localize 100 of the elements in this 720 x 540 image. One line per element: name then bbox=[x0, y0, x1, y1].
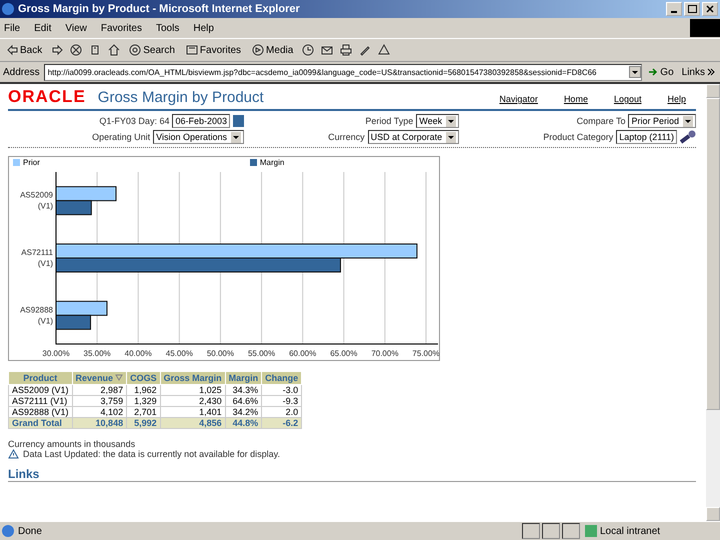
warning-icon bbox=[8, 449, 19, 459]
dropdown[interactable]: USD at Corporate bbox=[368, 130, 460, 144]
status-panel bbox=[562, 523, 580, 539]
axis-tick-label: 65.00% bbox=[330, 349, 358, 358]
parameter-label: Q1-FY03 Day: 64 bbox=[99, 116, 170, 126]
legend-label: Margin bbox=[260, 158, 284, 167]
axis-tick-label: 50.00% bbox=[206, 349, 234, 358]
address-label: Address bbox=[3, 66, 40, 78]
media-icon bbox=[252, 44, 264, 56]
footnote: Currency amounts in thousands bbox=[8, 439, 136, 449]
page-icon bbox=[2, 525, 14, 537]
parameter-label: Product Category bbox=[543, 132, 614, 142]
section-heading: Links bbox=[8, 467, 696, 482]
print-icon[interactable] bbox=[340, 44, 352, 56]
maximize-button[interactable] bbox=[684, 2, 700, 16]
dropdown[interactable]: Prior Period bbox=[628, 114, 696, 128]
edit-icon[interactable] bbox=[359, 44, 372, 56]
total-cell: Grand Total bbox=[8, 418, 72, 428]
stop-icon[interactable] bbox=[70, 44, 82, 56]
category-label: AS92888 (V1) bbox=[20, 305, 53, 326]
back-button[interactable]: Back bbox=[4, 44, 44, 56]
axis-tick-label: 45.00% bbox=[166, 349, 193, 358]
column-header[interactable]: Gross Margin bbox=[160, 372, 226, 384]
table-cell: 3,759 bbox=[72, 396, 127, 406]
table-cell: 1,025 bbox=[160, 384, 226, 396]
caret-icon bbox=[446, 132, 456, 142]
menu-item[interactable]: Edit bbox=[34, 22, 52, 34]
menu-item[interactable]: Help bbox=[193, 22, 214, 34]
column-header[interactable]: Product bbox=[8, 372, 72, 384]
table-cell: 64.6% bbox=[225, 396, 262, 406]
status-panel bbox=[522, 523, 540, 539]
caret-icon bbox=[683, 116, 693, 126]
header-link[interactable]: Home bbox=[564, 94, 588, 104]
home-icon[interactable] bbox=[108, 44, 120, 56]
close-icon bbox=[706, 5, 714, 13]
table-cell: -3.0 bbox=[262, 384, 302, 396]
axis-tick-label: 75.00% bbox=[412, 349, 439, 358]
menu-item[interactable]: Favorites bbox=[100, 22, 142, 34]
go-button[interactable]: Go bbox=[646, 66, 676, 78]
zone-indicator: Local intranet bbox=[600, 526, 662, 536]
menu-item[interactable]: View bbox=[65, 22, 87, 34]
axis-tick-label: 30.00% bbox=[42, 349, 70, 358]
links-button[interactable]: Links bbox=[680, 66, 717, 78]
table-cell: 34.3% bbox=[225, 384, 262, 396]
table-cell: AS72111 (V1) bbox=[8, 396, 72, 406]
table-cell: 2,430 bbox=[160, 396, 226, 406]
header-link[interactable]: Logout bbox=[614, 94, 642, 104]
parameter-label: Compare To bbox=[576, 116, 626, 126]
table-cell: 1,329 bbox=[126, 396, 160, 406]
table-cell: 1,962 bbox=[126, 384, 160, 396]
dropdown[interactable]: Vision Operations bbox=[153, 130, 244, 144]
oracle-logo: ORACLE bbox=[8, 87, 86, 107]
flashlight-icon[interactable] bbox=[680, 130, 696, 144]
column-header[interactable]: Margin bbox=[225, 372, 262, 384]
date-field[interactable]: 06-Feb-2003 bbox=[172, 114, 230, 128]
dropdown[interactable]: Week bbox=[416, 114, 460, 128]
axis-tick-label: 55.00% bbox=[248, 349, 276, 358]
forward-icon[interactable] bbox=[51, 44, 64, 56]
axis-tick-label: 60.00% bbox=[289, 349, 316, 358]
media-button[interactable]: Media bbox=[250, 44, 296, 56]
search-button[interactable]: Search bbox=[127, 44, 177, 56]
axis-tick-label: 40.00% bbox=[124, 349, 152, 358]
parameter-label: Operating Unit bbox=[92, 132, 150, 142]
category-label: AS72111 (V1) bbox=[21, 248, 53, 268]
column-header[interactable]: Change bbox=[262, 372, 302, 384]
window-title: Gross Margin by Product - Microsoft Internet Explorer bbox=[18, 3, 301, 15]
history-icon[interactable] bbox=[302, 44, 314, 56]
column-header[interactable]: COGS bbox=[126, 372, 160, 384]
header-link[interactable]: Navigator bbox=[499, 94, 538, 104]
column-header[interactable]: Revenue bbox=[72, 372, 127, 384]
header-link[interactable]: Help bbox=[667, 94, 686, 104]
browser-icon bbox=[2, 3, 14, 15]
menu-item[interactable]: File bbox=[4, 22, 20, 34]
legend-label: Prior bbox=[23, 158, 40, 167]
table-cell: -9.3 bbox=[262, 396, 302, 406]
discuss-icon[interactable] bbox=[378, 44, 390, 56]
maximize-icon bbox=[688, 5, 696, 13]
lookup-field[interactable]: Laptop (2111) bbox=[616, 130, 677, 144]
parameter-label: Currency bbox=[328, 132, 365, 142]
axis-tick-label: 35.00% bbox=[84, 349, 111, 358]
windows-logo-icon bbox=[690, 19, 720, 37]
table-cell: AS52009 (V1) bbox=[8, 384, 72, 396]
address-field[interactable]: http://ia0099.oracleads.com/OA_HTML/bisviewm.jsp?dbc=acsdemo_ia0099&language_code=US&transactionid=56801547380392858&sessionid=FD8C66 bbox=[44, 64, 642, 80]
minimize-button[interactable] bbox=[666, 2, 682, 16]
menu-item[interactable]: Tools bbox=[156, 22, 180, 34]
favorites-button[interactable]: Favorites bbox=[184, 44, 244, 56]
search-icon bbox=[129, 44, 142, 56]
mail-icon[interactable] bbox=[321, 44, 334, 56]
axis-tick-label: 70.00% bbox=[371, 349, 398, 358]
status-panel bbox=[542, 523, 560, 539]
arrow-icon bbox=[648, 67, 658, 77]
caret-icon bbox=[231, 132, 241, 142]
close-button[interactable] bbox=[702, 2, 718, 16]
page-title: Gross Margin by Product bbox=[98, 89, 264, 106]
update-note: Data Last Updated: the data is currently not available for display. bbox=[23, 449, 280, 459]
caret-icon bbox=[446, 116, 456, 126]
scrollbar[interactable] bbox=[706, 84, 720, 521]
category-label: AS52009 (V1) bbox=[20, 190, 53, 211]
back-icon bbox=[6, 44, 18, 56]
parameter-label: Period Type bbox=[365, 116, 414, 126]
